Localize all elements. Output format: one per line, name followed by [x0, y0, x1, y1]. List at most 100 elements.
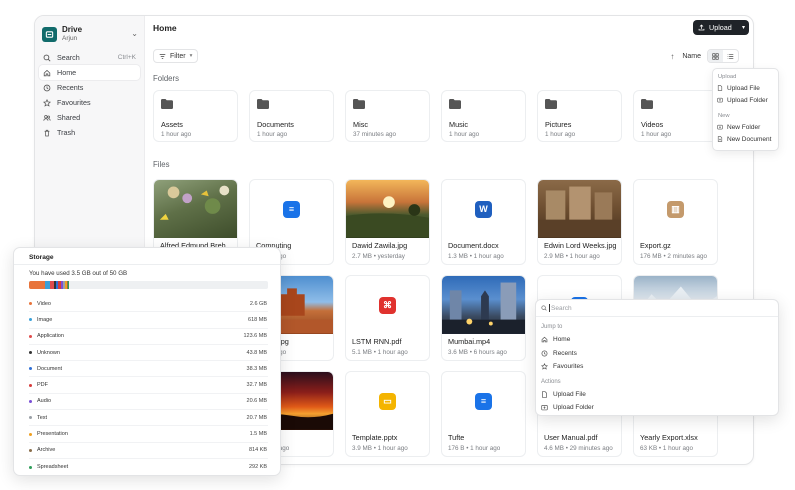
storage-type-label: Text — [37, 414, 48, 421]
storage-type-size: 814 KB — [248, 447, 267, 454]
upload-icon — [698, 24, 705, 31]
list-view-icon[interactable] — [723, 50, 738, 62]
sidebar-item-home[interactable]: Home — [39, 65, 140, 80]
storage-type-label: Archive — [37, 447, 56, 454]
palette-group-jump: Jump to — [541, 324, 563, 330]
folder-card[interactable]: Pictures 1 hour ago — [537, 90, 622, 142]
sidebar-item-shared[interactable]: Shared — [39, 110, 140, 125]
folder-meta: 1 hour ago — [449, 131, 480, 138]
menu-item-upload-folder[interactable]: Upload Folder — [717, 94, 774, 106]
file-name: Dawid Zawila.jpg — [352, 241, 408, 250]
storage-row: Image 618 MB — [29, 312, 268, 329]
palette-item-upload-folder[interactable]: Upload Folder — [541, 401, 775, 415]
folder-name: Music — [449, 120, 469, 129]
folder-card[interactable]: Music 1 hour ago — [441, 90, 526, 142]
storage-type-size: 123.6 MB — [243, 333, 267, 340]
archive-icon: ▥ — [667, 200, 684, 218]
pdf-icon: ⌘ — [379, 296, 396, 314]
palette-item-label: Home — [553, 336, 571, 344]
chevron-down-icon: ⌄ — [131, 29, 138, 38]
file-card[interactable]: Edwin Lord Weeks.jpg 2.9 MB • 1 hour ago — [537, 179, 622, 265]
doc-file-thumb: ≡ — [250, 180, 333, 238]
folder-card[interactable]: Documents 1 hour ago — [249, 90, 334, 142]
storage-row: Text 20.7 MB — [29, 410, 268, 427]
storage-type-size: 20.6 MB — [246, 398, 267, 405]
file-card[interactable]: ▭ Template.pptx 3.9 MB • 1 hour ago — [345, 371, 430, 457]
file-name: Template.pptx — [352, 433, 398, 442]
docx-file-thumb: W — [442, 180, 525, 238]
sort-label[interactable]: Name — [682, 53, 701, 60]
storage-type-size: 38.3 MB — [246, 365, 267, 372]
folder-card[interactable]: Misc 37 minutes ago — [345, 90, 430, 142]
folder-meta: 1 hour ago — [545, 131, 576, 138]
menu-item-label: New Folder — [727, 123, 761, 131]
palette-item-label: Upload File — [553, 390, 586, 398]
folder-icon — [353, 99, 365, 109]
sidebar-item-label: Trash — [57, 128, 76, 137]
file-card[interactable]: Dawid Zawila.jpg 2.7 MB • yesterday — [345, 179, 430, 265]
storage-type-label: Spreadsheet — [37, 464, 69, 471]
grid-view-icon[interactable] — [708, 50, 723, 62]
sidebar-search-label: Search — [57, 53, 80, 62]
storage-row: Spreadsheet 292 KB — [29, 459, 268, 475]
pptx-file-thumb: ▭ — [346, 372, 429, 430]
filter-icon — [159, 53, 166, 59]
chevron-down-icon: ▾ — [741, 25, 745, 31]
upload-button[interactable]: Upload ▾ — [693, 20, 749, 35]
workspace-switcher[interactable]: Drive Arjun ⌄ — [42, 23, 138, 45]
palette-item-favourites[interactable]: Favourites — [541, 360, 775, 374]
word-icon: W — [475, 200, 492, 218]
filter-button[interactable]: Filter ▾ — [153, 49, 199, 63]
chevron-down-icon: ▾ — [189, 53, 193, 59]
sort-direction-icon[interactable]: ↑ — [665, 49, 679, 63]
file-name: Export.gz — [640, 241, 671, 250]
palette-item-label: Favourites — [553, 363, 584, 371]
storage-type-dot — [29, 351, 32, 355]
slides-icon: ▭ — [379, 392, 396, 410]
storage-type-label: Video — [37, 300, 51, 307]
sidebar-search[interactable]: Search Ctrl+K — [39, 50, 140, 65]
clock-icon — [541, 350, 548, 357]
folder-name: Pictures — [545, 120, 572, 129]
palette-item-upload-file[interactable]: Upload File — [541, 388, 775, 402]
palette-item-label: Recents — [553, 349, 577, 357]
menu-item-upload-file[interactable]: Upload File — [717, 82, 774, 94]
storage-type-dot — [29, 318, 32, 322]
menu-item-label: New Document — [727, 135, 772, 143]
filter-label: Filter — [170, 52, 186, 60]
file-meta: 176 B • 1 hour ago — [448, 445, 501, 452]
folder-name: Videos — [641, 120, 664, 129]
sidebar-item-favourites[interactable]: Favourites — [39, 95, 140, 110]
brand-title: Drive — [62, 25, 83, 34]
folder-icon — [257, 99, 269, 109]
storage-type-label: Unknown — [37, 349, 60, 356]
palette-item-home[interactable]: Home — [541, 333, 775, 347]
archive-file-thumb: ▥ — [634, 180, 717, 238]
storage-row: Archive 814 KB — [29, 443, 268, 459]
palette-item-recents[interactable]: Recents — [541, 347, 775, 361]
file-card[interactable]: ≡ Tufte 176 B • 1 hour ago — [441, 371, 526, 457]
file-name: User Manual.pdf — [544, 433, 598, 442]
sidebar-item-trash[interactable]: Trash — [39, 125, 140, 140]
folder-card[interactable]: Videos 1 hour ago — [633, 90, 718, 142]
text-caret — [549, 304, 550, 312]
palette-search-input[interactable]: Search — [536, 300, 778, 317]
storage-row: Document 38.3 MB — [29, 361, 268, 378]
folder-icon — [545, 99, 557, 109]
storage-row: Unknown 43.8 MB — [29, 345, 268, 362]
storage-usage-bar — [29, 281, 268, 289]
folder-card[interactable]: Assets 1 hour ago — [153, 90, 238, 142]
storage-type-label: Audio — [37, 398, 52, 405]
menu-item-new-document[interactable]: New Document — [717, 133, 774, 145]
sidebar-item-recents[interactable]: Recents — [39, 80, 140, 95]
menu-group-upload: Upload — [718, 74, 737, 80]
file-card[interactable]: ⌘ LSTM RNN.pdf 5.1 MB • 1 hour ago — [345, 275, 430, 361]
menu-item-label: Upload Folder — [727, 96, 768, 104]
image-thumbnail — [538, 180, 621, 238]
file-card[interactable]: ▥ Export.gz 176 MB • 2 minutes ago — [633, 179, 718, 265]
file-card[interactable]: W Document.docx 1.3 MB • 1 hour ago — [441, 179, 526, 265]
storage-type-dot — [29, 399, 32, 403]
file-card[interactable]: Mumbai.mp4 3.6 MB • 6 hours ago — [441, 275, 526, 361]
menu-item-new-folder[interactable]: New Folder — [717, 121, 774, 133]
storage-type-size: 20.7 MB — [246, 414, 267, 421]
